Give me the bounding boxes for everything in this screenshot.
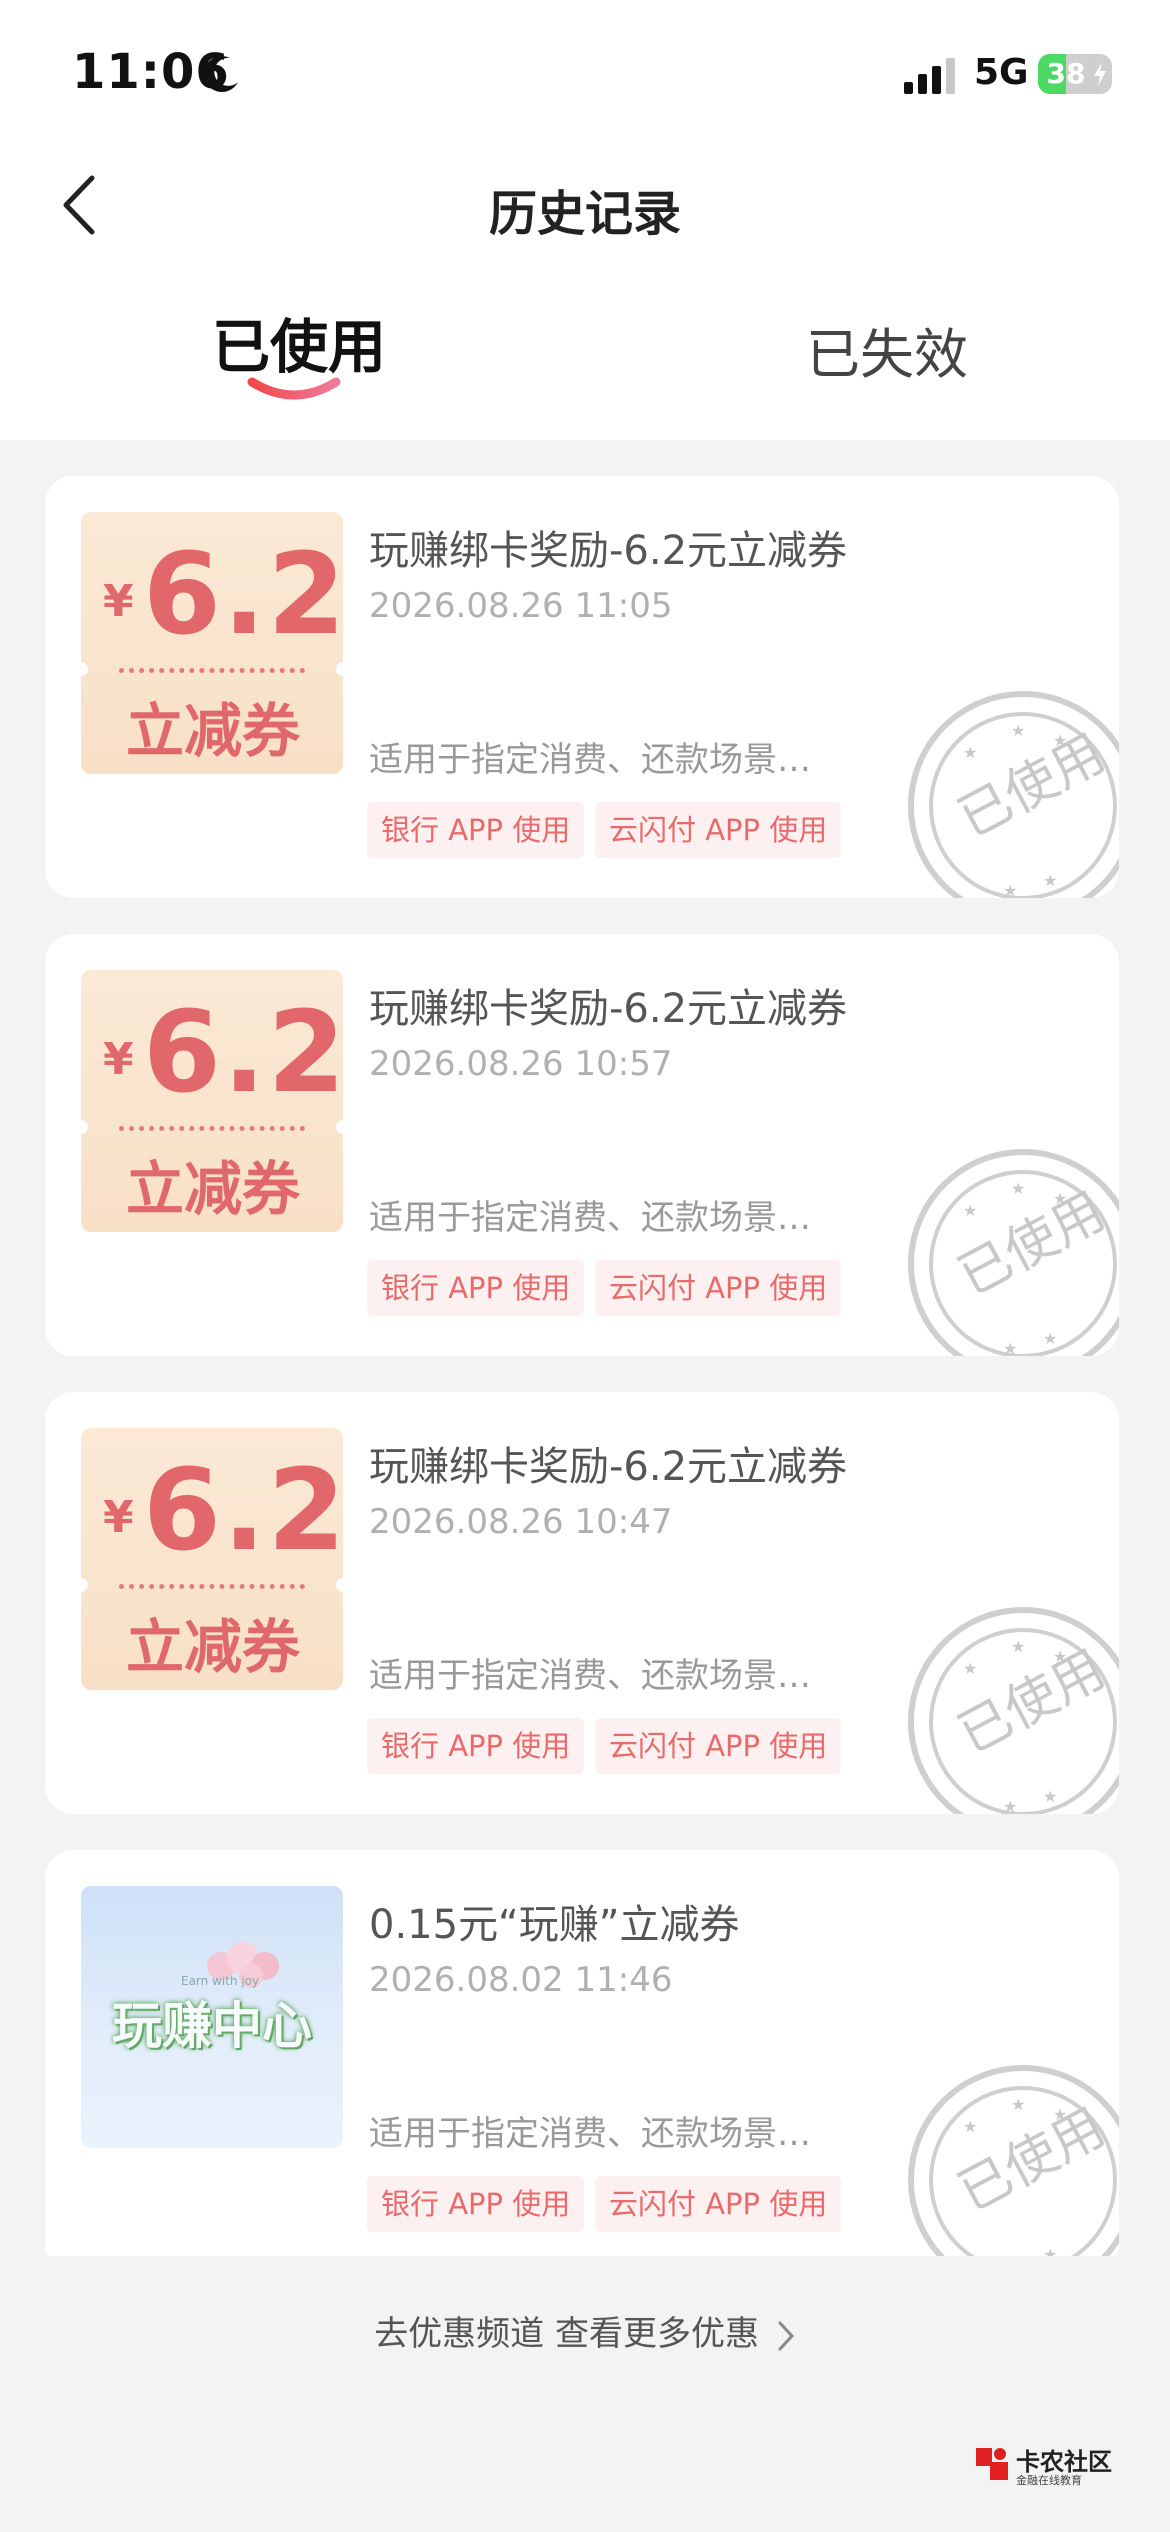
more-offers-label: 去优惠频道 查看更多优惠 xyxy=(374,2314,759,2354)
tag-bank-app: 银行 APP 使用 xyxy=(367,1718,585,1774)
svg-text:★: ★ xyxy=(1043,1787,1057,1806)
tag-unionpay-app: 云闪付 APP 使用 xyxy=(595,1718,842,1774)
coupon-notch xyxy=(81,662,88,676)
coupon-title: 玩赚绑卡奖励-6.2元立减券 xyxy=(369,986,848,1032)
coupon-description: 适用于指定消费、还款场景… xyxy=(369,2114,811,2154)
moon-icon xyxy=(203,56,238,93)
used-stamp-icon: 已使用 ★ ★ ★ ★ ★ xyxy=(908,691,1119,898)
coupon-amount: 6.2 xyxy=(143,1446,343,1576)
svg-text:★: ★ xyxy=(1043,2245,1057,2256)
coupon-type: 立减券 xyxy=(125,1155,300,1223)
tag-bank-app: 银行 APP 使用 xyxy=(367,802,585,858)
tag-unionpay-app: 云闪付 APP 使用 xyxy=(595,1260,842,1316)
coupon-divider xyxy=(119,1584,305,1589)
used-stamp-icon: 已使用 ★ ★ ★ ★ ★ xyxy=(908,1149,1119,1356)
currency-symbol: ¥ xyxy=(103,1492,134,1543)
svg-text:★: ★ xyxy=(1011,1179,1025,1198)
used-stamp-icon: 已使用 ★ ★ ★ ★ ★ xyxy=(908,1607,1119,1814)
svg-text:★: ★ xyxy=(1043,871,1057,890)
svg-text:★: ★ xyxy=(1003,1797,1017,1814)
tab-active-indicator xyxy=(247,377,341,400)
svg-text:★: ★ xyxy=(1043,1329,1057,1348)
tag-bank-app: 银行 APP 使用 xyxy=(367,2176,585,2232)
svg-text:★: ★ xyxy=(963,743,977,762)
tab-bar: 已使用 已失效 xyxy=(0,290,1170,410)
coupon-thumbnail: ¥ 6.2 立减券 xyxy=(81,512,343,774)
svg-text:★: ★ xyxy=(1003,1339,1017,1356)
svg-text:★: ★ xyxy=(1053,1647,1067,1666)
tag-unionpay-app: 云闪付 APP 使用 xyxy=(595,2176,842,2232)
svg-text:★: ★ xyxy=(963,1659,977,1678)
coupon-date: 2026.08.02 11:46 xyxy=(369,1960,673,2000)
network-type: 5G xyxy=(974,52,1029,93)
coupon-title: 玩赚绑卡奖励-6.2元立减券 xyxy=(369,1444,848,1490)
nav-bar: 历史记录 xyxy=(0,140,1170,270)
coupon-notch xyxy=(81,1120,88,1134)
more-offers-link[interactable]: 去优惠频道 查看更多优惠 xyxy=(0,2306,1170,2355)
svg-text:★: ★ xyxy=(1011,1637,1025,1656)
signal-icon xyxy=(904,58,955,94)
coupon-description: 适用于指定消费、还款场景… xyxy=(369,740,811,780)
coupon-description: 适用于指定消费、还款场景… xyxy=(369,1656,811,1696)
promo-thumbnail: Earn with joy 玩赚中心 xyxy=(81,1886,343,2148)
coupon-title: 0.15元“玩赚”立减券 xyxy=(369,1902,740,1948)
coupon-description: 适用于指定消费、还款场景… xyxy=(369,1198,811,1238)
coupon-type: 立减券 xyxy=(125,697,300,765)
coupon-notch xyxy=(336,662,343,676)
chevron-right-icon xyxy=(778,2321,794,2350)
page-title: 历史记录 xyxy=(488,186,681,242)
header-area: 11:06 5G 38 历史记录 已使用 已失效 xyxy=(0,0,1170,440)
watermark-logo-icon xyxy=(976,2448,1008,2480)
svg-text:★: ★ xyxy=(1053,2105,1067,2124)
svg-text:★: ★ xyxy=(1003,881,1017,898)
coupon-card[interactable]: ¥ 6.2 立减券 玩赚绑卡奖励-6.2元立减券 2026.08.26 10:5… xyxy=(45,934,1119,1356)
coupon-divider xyxy=(119,668,305,673)
coupon-card[interactable]: Earn with joy 玩赚中心 0.15元“玩赚”立减券 2026.08.… xyxy=(45,1850,1119,2256)
watermark: 卡农社区 金融在线教育 xyxy=(972,2440,1122,2490)
currency-symbol: ¥ xyxy=(103,576,134,627)
svg-text:★: ★ xyxy=(1011,721,1025,740)
promo-logo-text: 玩赚中心 xyxy=(112,1997,312,2055)
battery-level: 38 xyxy=(1046,57,1086,90)
coupon-thumbnail: ¥ 6.2 立减券 xyxy=(81,1428,343,1690)
used-stamp-icon: 已使用 ★ ★ ★ ★ ★ xyxy=(908,2065,1119,2256)
status-bar: 11:06 5G 38 xyxy=(0,0,1170,140)
coupon-notch xyxy=(81,1578,88,1592)
coupon-title: 玩赚绑卡奖励-6.2元立减券 xyxy=(369,528,848,574)
tab-used[interactable]: 已使用 xyxy=(212,300,386,384)
tab-expired[interactable]: 已失效 xyxy=(806,310,968,389)
svg-text:★: ★ xyxy=(1011,2095,1025,2114)
coupon-list: ¥ 6.2 立减券 玩赚绑卡奖励-6.2元立减券 2026.08.26 11:0… xyxy=(45,476,1119,2256)
coupon-card[interactable]: ¥ 6.2 立减券 玩赚绑卡奖励-6.2元立减券 2026.08.26 10:4… xyxy=(45,1392,1119,1814)
coupon-divider xyxy=(119,1126,305,1131)
coupon-date: 2026.08.26 10:47 xyxy=(369,1502,673,1542)
coupon-thumbnail: ¥ 6.2 立减券 xyxy=(81,970,343,1232)
coupon-amount: 6.2 xyxy=(143,530,343,660)
coupon-amount: 6.2 xyxy=(143,988,343,1118)
coupon-date: 2026.08.26 11:05 xyxy=(369,586,673,626)
svg-text:★: ★ xyxy=(1003,2255,1017,2256)
svg-text:★: ★ xyxy=(963,2117,977,2136)
tag-unionpay-app: 云闪付 APP 使用 xyxy=(595,802,842,858)
coupon-notch xyxy=(336,1120,343,1134)
battery-icon: 38 xyxy=(1038,54,1112,94)
coupon-notch xyxy=(336,1578,343,1592)
svg-text:★: ★ xyxy=(1053,731,1067,750)
svg-text:★: ★ xyxy=(1053,1189,1067,1208)
tag-bank-app: 银行 APP 使用 xyxy=(367,1260,585,1316)
svg-text:★: ★ xyxy=(963,1201,977,1220)
coupon-card[interactable]: ¥ 6.2 立减券 玩赚绑卡奖励-6.2元立减券 2026.08.26 11:0… xyxy=(45,476,1119,898)
watermark-subtitle: 金融在线教育 xyxy=(1016,2474,1082,2487)
coupon-type: 立减券 xyxy=(125,1613,300,1681)
coupon-date: 2026.08.26 10:57 xyxy=(369,1044,673,1084)
charging-bolt-icon xyxy=(1094,62,1106,86)
currency-symbol: ¥ xyxy=(103,1034,134,1085)
